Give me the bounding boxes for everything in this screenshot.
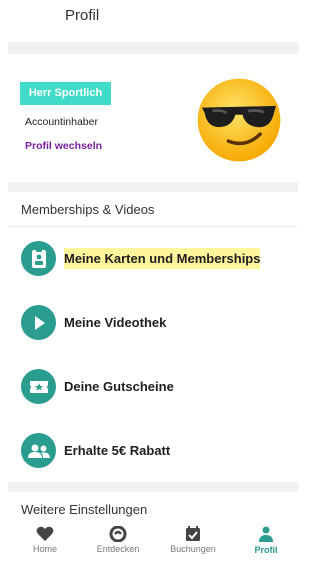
- profile-card: Herr Sportlich Accountinhaber Profil wec…: [8, 54, 298, 182]
- page-title: Profil: [65, 7, 100, 24]
- menu-item-label: Meine Videothek: [64, 315, 167, 330]
- menu-item-karten-memberships[interactable]: Meine Karten und Memberships: [8, 227, 298, 292]
- nav-label: Home: [32, 544, 57, 554]
- menu-item-label: Deine Gutscheine: [64, 379, 174, 394]
- nav-entdecken[interactable]: Entdecken: [88, 526, 148, 554]
- nav-label: Profil: [254, 545, 278, 555]
- divider-band: [8, 42, 298, 54]
- nav-home[interactable]: Home: [15, 526, 75, 554]
- section-title: Weitere Einstellungen: [21, 502, 148, 517]
- nav-label: Buchungen: [170, 544, 216, 554]
- calendar-check-icon: [186, 526, 200, 541]
- top-bar: Profil: [8, 0, 298, 43]
- play-icon: [21, 305, 56, 340]
- switch-profile-link[interactable]: Profil wechseln: [25, 140, 102, 152]
- bottom-navigation: Home Entdecken Buchungen Profil: [8, 522, 298, 562]
- nav-buchungen[interactable]: Buchungen: [163, 526, 223, 554]
- discover-icon: [109, 526, 127, 542]
- section-title: Memberships & Videos: [21, 202, 155, 217]
- profile-name-badge: Herr Sportlich: [20, 82, 111, 105]
- section-header-memberships: Memberships & Videos: [8, 192, 298, 227]
- section-header-settings: Weitere Einstellungen: [8, 492, 298, 522]
- divider-band: [8, 482, 298, 492]
- voucher-star-icon: [21, 369, 56, 404]
- menu-item-videothek[interactable]: Meine Videothek: [8, 291, 298, 356]
- menu-item-rabatt[interactable]: Erhalte 5€ Rabatt: [8, 419, 298, 484]
- people-icon: [21, 433, 56, 468]
- person-icon: [259, 526, 273, 542]
- nav-profil[interactable]: Profil: [236, 526, 296, 555]
- heart-icon: [36, 526, 54, 541]
- divider-band: [8, 182, 298, 192]
- menu-item-gutscheine[interactable]: Deine Gutscheine: [8, 355, 298, 420]
- menu-item-label: Erhalte 5€ Rabatt: [64, 443, 171, 458]
- nav-label: Entdecken: [96, 544, 140, 554]
- avatar-sunglasses-emoji-icon: [197, 78, 281, 162]
- id-badge-icon: [21, 241, 56, 276]
- menu-item-label: Meine Karten und Memberships: [64, 248, 261, 269]
- account-role: Accountinhaber: [25, 116, 98, 128]
